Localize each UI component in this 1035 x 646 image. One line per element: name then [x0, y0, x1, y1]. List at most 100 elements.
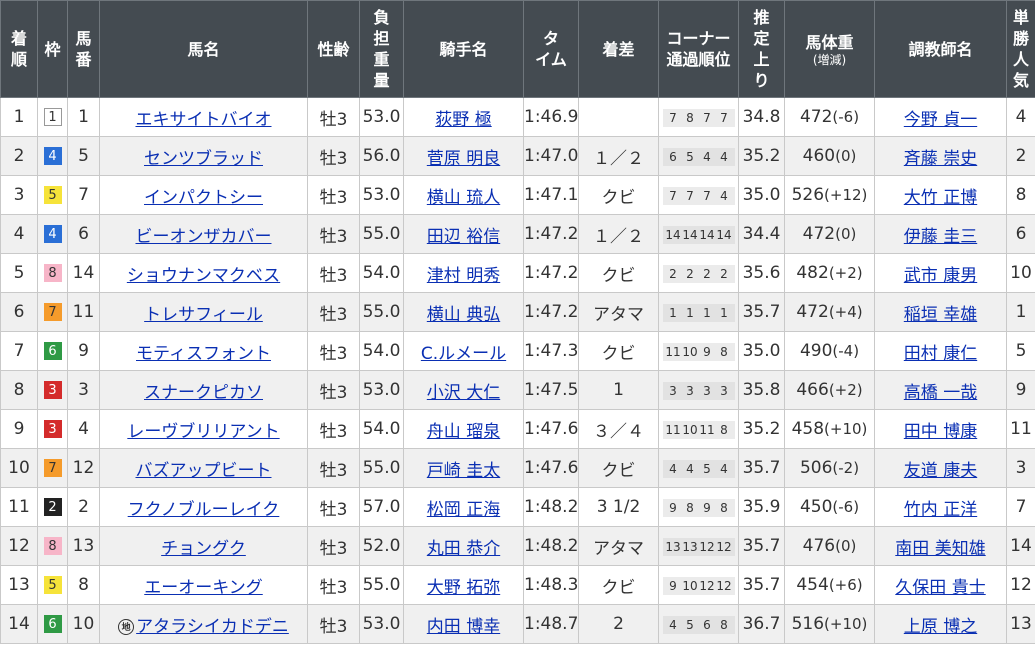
trainer-link[interactable]: 伊藤 圭三	[904, 227, 977, 247]
trainer-link[interactable]: 久保田 貴士	[895, 578, 985, 598]
trainer-link[interactable]: 田中 博康	[904, 422, 977, 442]
horse-link[interactable]: チョングク	[161, 539, 246, 559]
trainer-cell: 田中 博康	[874, 409, 1007, 449]
body-weight-diff: (-2)	[832, 459, 860, 477]
sexage-cell: 牡3	[307, 448, 360, 488]
corner-positions: 3333	[662, 382, 735, 400]
result-row: 10 7 12 バズアップビート 牡3 55.0 戸崎 圭太 1:47.6 クビ…	[0, 448, 1035, 488]
jockey-link[interactable]: 横山 琉人	[427, 188, 500, 208]
trainer-link[interactable]: 上原 博之	[904, 617, 977, 637]
header-pop-text: 単勝人気	[1013, 8, 1030, 90]
corner-positions: 9898	[662, 499, 735, 517]
horse-link[interactable]: フクノブルーレイク	[128, 500, 280, 520]
trainer-link[interactable]: 南田 美知雄	[895, 539, 985, 559]
horse-link[interactable]: ビーオンザカバー	[136, 227, 272, 247]
trainer-cell: 友道 康夫	[874, 448, 1007, 488]
jockey-link[interactable]: 小沢 大仁	[427, 383, 500, 403]
horse-link[interactable]: トレサフィール	[144, 305, 263, 325]
umaban-cell: 9	[67, 331, 100, 371]
horse-link[interactable]: スナークピカソ	[144, 383, 263, 403]
body-weight-diff: (-6)	[832, 498, 860, 516]
jockey-link[interactable]: 戸崎 圭太	[427, 461, 500, 481]
jockey-link[interactable]: 菅原 明良	[427, 149, 500, 169]
jockey-cell: 内田 博幸	[403, 604, 524, 644]
trainer-link[interactable]: 斉藤 崇史	[904, 149, 977, 169]
waku-badge: 7	[43, 303, 62, 321]
trainer-link[interactable]: 友道 康夫	[904, 461, 977, 481]
header-body-line1: 馬体重	[805, 32, 854, 52]
chihou-mark-icon: 地	[118, 618, 135, 635]
margin-cell: 2	[578, 604, 659, 644]
trainer-link[interactable]: 今野 貞一	[904, 110, 977, 130]
jockey-link[interactable]: 舟山 瑠泉	[427, 422, 500, 442]
header-margin: 着差	[578, 0, 659, 98]
time-cell: 1:47.5	[523, 370, 579, 410]
jockey-link[interactable]: 大野 拓弥	[427, 578, 500, 598]
corner-position: 1	[686, 306, 694, 320]
horse-link[interactable]: アタラシイカドデニ	[136, 617, 289, 637]
jockey-cell: 小沢 大仁	[403, 370, 524, 410]
header-jockey: 騎手名	[403, 0, 524, 98]
horse-link[interactable]: モティスフォント	[136, 344, 271, 364]
trainer-link[interactable]: 田村 康仁	[904, 344, 977, 364]
header-waku: 枠	[37, 0, 68, 98]
jockey-link[interactable]: 松岡 正海	[427, 500, 500, 520]
popularity-cell: 7	[1006, 487, 1035, 527]
jockey-cell: 菅原 明良	[403, 136, 524, 176]
horse-link[interactable]: レーヴブリリアント	[127, 422, 279, 442]
body-weight-cell: 482(+2)	[784, 253, 875, 293]
corner-cell: 7774	[658, 175, 739, 215]
body-weight-cell: 476(0)	[784, 526, 875, 566]
trainer-link[interactable]: 高橋 一哉	[904, 383, 977, 403]
sexage-cell: 牡3	[307, 370, 360, 410]
jockey-link[interactable]: 荻野 極	[435, 110, 491, 130]
trainer-cell: 南田 美知雄	[874, 526, 1007, 566]
horse-link[interactable]: エキサイトバイオ	[136, 110, 272, 130]
last3f-cell: 35.9	[738, 487, 785, 527]
corner-position: 13	[682, 540, 698, 554]
popularity-cell: 9	[1006, 370, 1035, 410]
time-cell: 1:47.2	[523, 253, 579, 293]
jockey-link[interactable]: 内田 博幸	[427, 617, 500, 637]
body-weight: 454	[796, 575, 829, 595]
body-weight: 458	[791, 419, 825, 439]
body-weight-diff: (-6)	[832, 108, 860, 126]
corner-positions: 1111	[662, 304, 735, 322]
trainer-link[interactable]: 大竹 正博	[904, 188, 977, 208]
corner-position: 3	[703, 384, 711, 398]
sexage-cell: 牡3	[307, 526, 360, 566]
umaban-cell: 4	[67, 409, 100, 449]
jockey-link[interactable]: C.ルメール	[421, 344, 506, 364]
corner-position: 11	[665, 345, 681, 359]
jockey-cell: C.ルメール	[403, 331, 524, 371]
body-weight: 490	[799, 341, 833, 361]
horse-link[interactable]: バズアップビート	[136, 461, 272, 481]
horse-link[interactable]: エーオーキング	[144, 578, 263, 598]
weight-cell: 52.0	[359, 526, 404, 566]
horse-link[interactable]: インパクトシー	[144, 188, 263, 208]
horse-cell: ショウナンマクベス	[99, 253, 308, 293]
jockey-link[interactable]: 横山 典弘	[427, 305, 500, 325]
trainer-link[interactable]: 稲垣 幸雄	[904, 305, 977, 325]
waku-badge: 6	[43, 342, 62, 360]
horse-cell: エーオーキング	[99, 565, 308, 605]
trainer-link[interactable]: 武市 康男	[904, 266, 977, 286]
jockey-link[interactable]: 丸田 恭介	[427, 539, 500, 559]
trainer-cell: 今野 貞一	[874, 97, 1007, 137]
body-weight-cell: 460(0)	[784, 136, 875, 176]
horse-cell: エキサイトバイオ	[99, 97, 308, 137]
trainer-link[interactable]: 竹内 正洋	[904, 500, 977, 520]
last3f-cell: 35.7	[738, 526, 785, 566]
horse-cell: センツブラッド	[99, 136, 308, 176]
jockey-link[interactable]: 津村 明秀	[427, 266, 500, 286]
time-cell: 1:47.6	[523, 448, 579, 488]
jockey-link[interactable]: 田辺 裕信	[427, 227, 500, 247]
time-cell: 1:48.2	[523, 526, 579, 566]
time-cell: 1:48.3	[523, 565, 579, 605]
horse-link[interactable]: ショウナンマクベス	[127, 266, 280, 286]
waku-badge: 5	[43, 186, 62, 204]
corner-positions: 7877	[662, 109, 735, 127]
result-row: 5 8 14 ショウナンマクベス 牡3 54.0 津村 明秀 1:47.2 クビ…	[0, 253, 1035, 293]
horse-link[interactable]: センツブラッド	[144, 149, 263, 169]
sexage-cell: 牡3	[307, 175, 360, 215]
